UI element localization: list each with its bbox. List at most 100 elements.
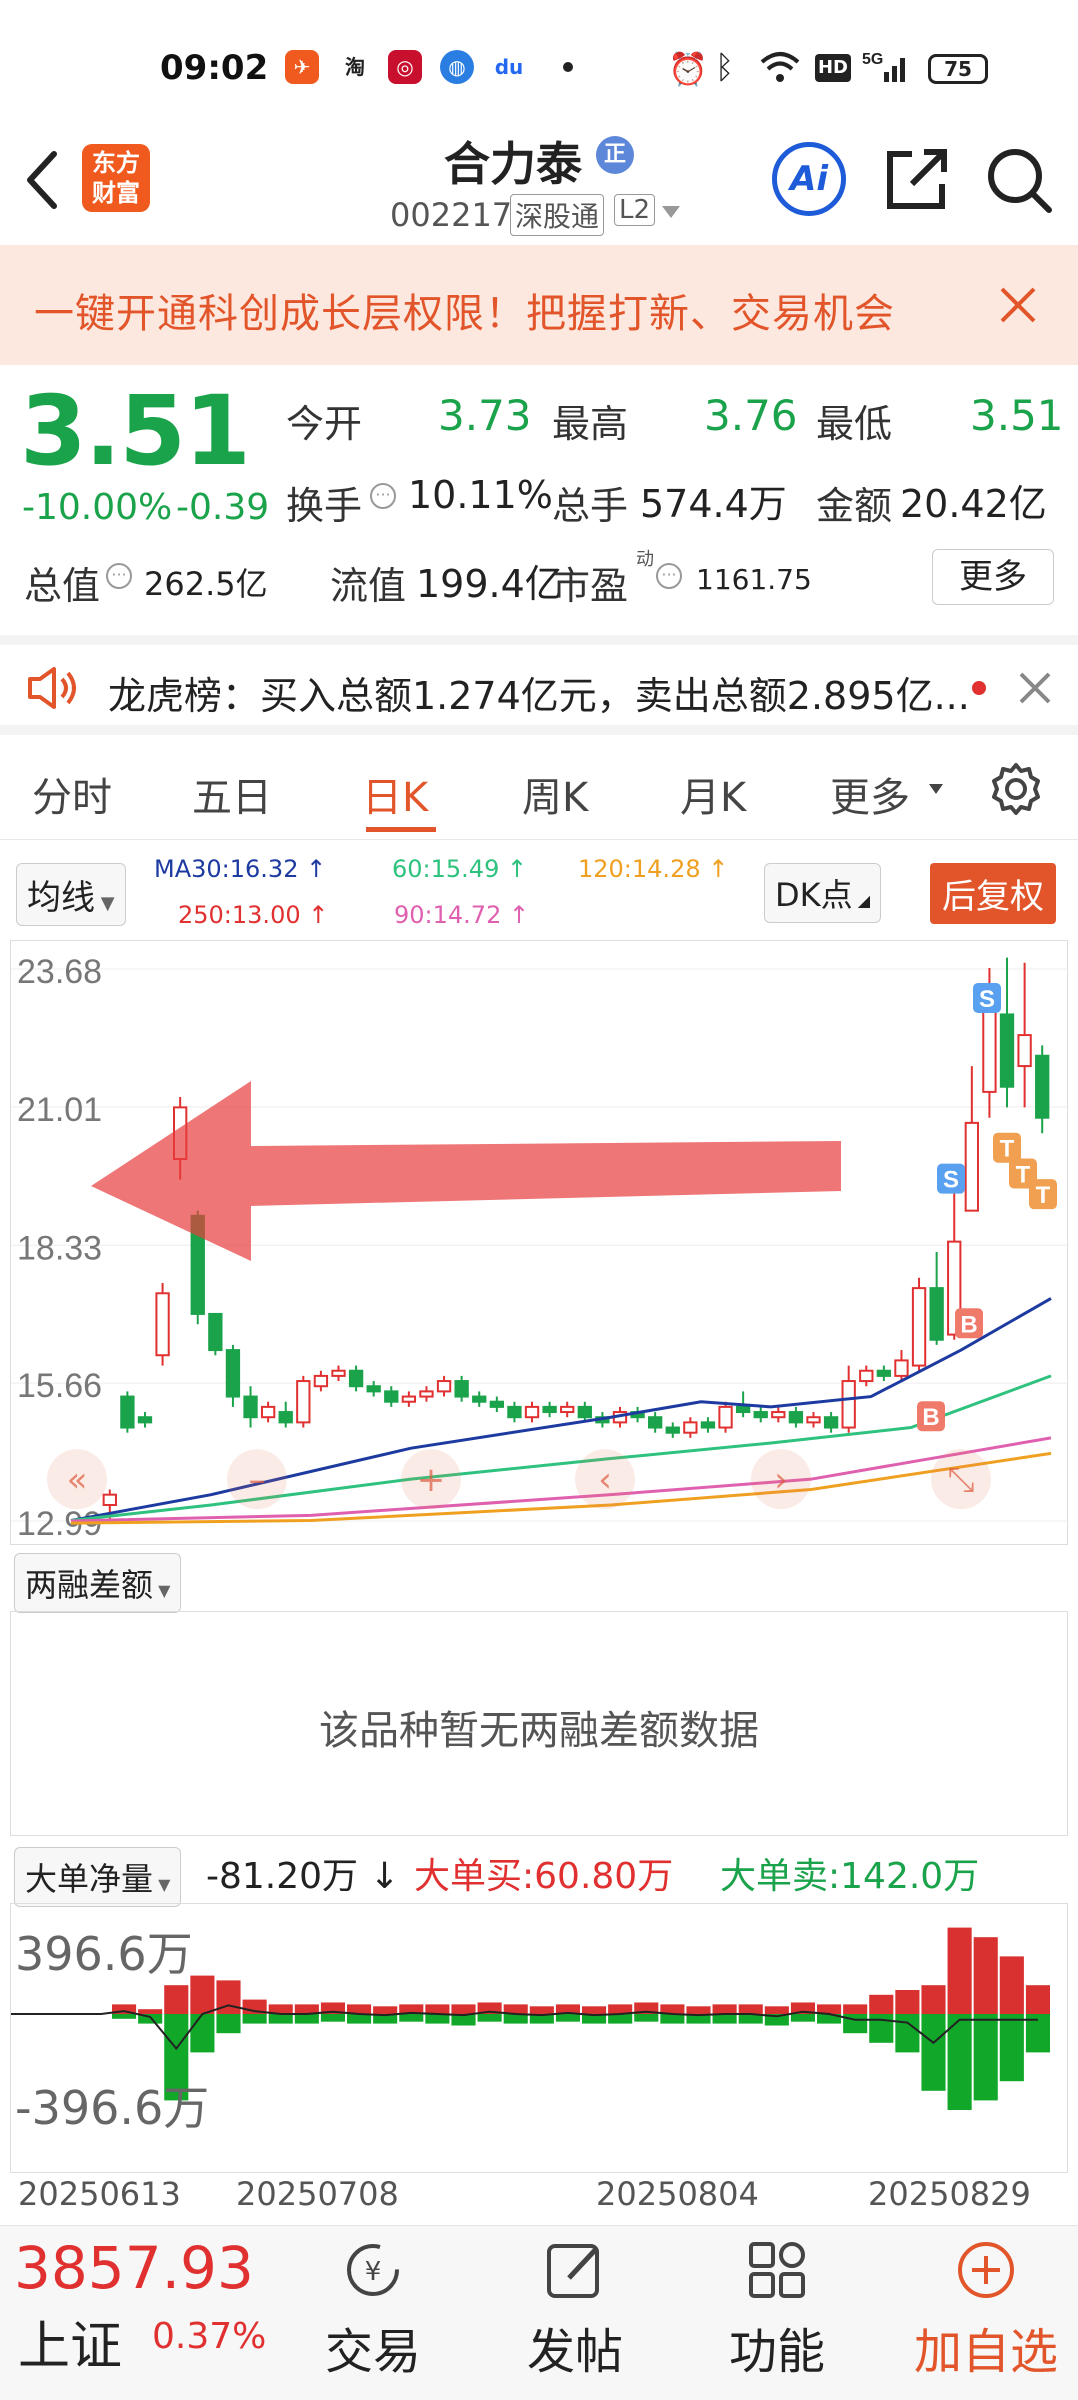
dk-point-button[interactable]: DK点 ◢ (764, 863, 882, 923)
market-tag: 深股通 (510, 194, 605, 236)
sell-bar (712, 2014, 737, 2024)
stock-code: 002217 (390, 196, 513, 234)
last-price: 3.51 (20, 375, 251, 487)
svg-text:T: T (1036, 1182, 1051, 1209)
app-notification-icon: ✈ (285, 50, 319, 84)
function-button[interactable]: 功能 (712, 2238, 842, 2382)
info-icon[interactable]: ··· (370, 483, 396, 509)
ai-button[interactable]: Ai (772, 142, 846, 216)
tab-more[interactable]: 更多 (830, 765, 910, 823)
candle-body (155, 1292, 170, 1357)
candle-body (665, 1426, 680, 1434)
ma-select[interactable]: 均线 ▼ (16, 863, 126, 926)
taobao-icon: 淘 (338, 50, 372, 84)
trade-button[interactable]: ¥ 交易 (308, 2238, 438, 2382)
chart-nav-icon: › (774, 1460, 788, 1500)
large-sell: 大单卖:142.0万 (720, 1856, 980, 1897)
share-icon[interactable] (882, 144, 952, 214)
take-profit-badge: T (1029, 1179, 1057, 1210)
buy-bar (712, 2004, 737, 2014)
buy-bar (1025, 1985, 1050, 2014)
date-label: 20250613 (18, 2175, 181, 2213)
pe-value: 1161.75 (696, 563, 812, 596)
tab-five-day[interactable]: 五日 (192, 765, 272, 823)
sell-bar (790, 2014, 815, 2022)
promo-banner-text: 一键开通科创成长层权限！把握打新、交易机会 (34, 291, 895, 337)
bluetooth-icon: ᛒ (715, 48, 735, 86)
add-watchlist-button[interactable]: 加自选 (906, 2238, 1066, 2382)
change-amount: -0.39 (176, 487, 270, 528)
buy-bar (164, 1985, 189, 2014)
tab-intraday[interactable]: 分时 (32, 765, 112, 823)
large-order-chart: 396.6万 -396.6万 (10, 1903, 1068, 2173)
candle-body (929, 1287, 944, 1341)
mktcap-value: 262.5亿 (144, 565, 268, 603)
sell-bar (112, 2014, 137, 2019)
adjust-button[interactable]: 后复权 (930, 863, 1056, 924)
info-icon[interactable]: ··· (656, 563, 682, 589)
settings-icon[interactable] (988, 761, 1044, 817)
candle-body (401, 1395, 417, 1403)
close-icon[interactable] (1018, 671, 1052, 705)
chevron-down-icon[interactable] (660, 204, 682, 220)
open-value: 3.73 (438, 391, 532, 440)
close-icon[interactable] (998, 285, 1038, 325)
unread-dot (972, 681, 986, 695)
tab-daily-k[interactable]: 日K (362, 765, 428, 823)
search-icon[interactable] (985, 146, 1055, 216)
buy-bar (947, 1927, 972, 2014)
candle-body (225, 1349, 241, 1398)
back-icon[interactable] (22, 150, 62, 210)
candle-body (718, 1405, 733, 1429)
buy-signal-badge: B (955, 1308, 983, 1339)
candle-body (648, 1416, 663, 1429)
tab-weekly-k[interactable]: 周K (522, 765, 588, 823)
pe-label: 市盈 (552, 564, 629, 608)
svg-text:B: B (922, 1404, 939, 1431)
post-button[interactable]: 发帖 (510, 2238, 640, 2382)
promo-banner[interactable]: 一键开通科创成长层权限！把握打新、交易机会 (0, 245, 1078, 365)
more-button[interactable]: 更多 (932, 549, 1054, 605)
candle-body (999, 1013, 1015, 1088)
svg-text:5G: 5G (862, 51, 883, 68)
candle-body (454, 1380, 469, 1398)
margin-select[interactable]: 两融差额 ▼ (14, 1553, 182, 1613)
annotation-arrow (91, 1081, 841, 1261)
sell-signal-badge: S (937, 1163, 965, 1194)
nav-bar: 东方财富 合力泰 正 002217 深股通 L2 Ai (0, 120, 1078, 245)
ma120-label: 120:14.28 ↑ (578, 855, 729, 883)
candle-body (788, 1411, 804, 1424)
dragon-tiger-notice[interactable]: 龙虎榜：买入总额1.274亿元，卖出总额2.895亿... (0, 635, 1078, 735)
buy-bar (373, 2006, 398, 2014)
turnover-value: 10.11% (408, 473, 553, 517)
index-ticker[interactable]: 3857.93 上证 0.37% (14, 2234, 294, 2377)
tab-monthly-k[interactable]: 月K (680, 765, 746, 823)
sell-bar (503, 2014, 528, 2024)
index-name: 上证 (18, 2317, 123, 2377)
bottom-bar: 3857.93 上证 0.37% ¥ 交易 发帖 功能 加自选 (0, 2225, 1078, 2400)
candle-body (911, 1287, 927, 1367)
sell-bar (190, 2014, 215, 2053)
active-tab-indicator (366, 827, 436, 832)
info-icon[interactable]: ··· (106, 563, 132, 589)
change-pct: -10.00% (22, 487, 173, 528)
y-tick-label: 21.01 (17, 1091, 102, 1129)
stock-name: 合力泰 (444, 137, 582, 191)
buy-bar (921, 1985, 946, 2014)
svg-text:¥: ¥ (365, 2257, 382, 2287)
buy-bar (869, 1994, 894, 2014)
ma-select-label: 均线 (27, 878, 95, 918)
volume-value: 574.4万 (640, 482, 787, 526)
margin-empty-panel: 该品种暂无两融差额数据 (10, 1611, 1068, 1836)
buy-bar (738, 2004, 763, 2014)
float-value: 199.4亿 (416, 562, 563, 606)
y-axis-max: 396.6万 (15, 1927, 193, 1981)
candle-body (208, 1312, 223, 1352)
low-label: 最低 (816, 402, 893, 446)
large-order-select[interactable]: 大单净量 ▼ (14, 1847, 182, 1907)
ma60-label: 60:15.49 ↑ (392, 855, 528, 883)
sell-bar (242, 2014, 267, 2024)
kline-chart[interactable]: 23.68 21.01 18.33 15.66 12.99 B B S S T T T «– + ‹ › ⤡ (10, 940, 1068, 1545)
candle-body (366, 1385, 381, 1393)
candle-body (419, 1390, 434, 1398)
